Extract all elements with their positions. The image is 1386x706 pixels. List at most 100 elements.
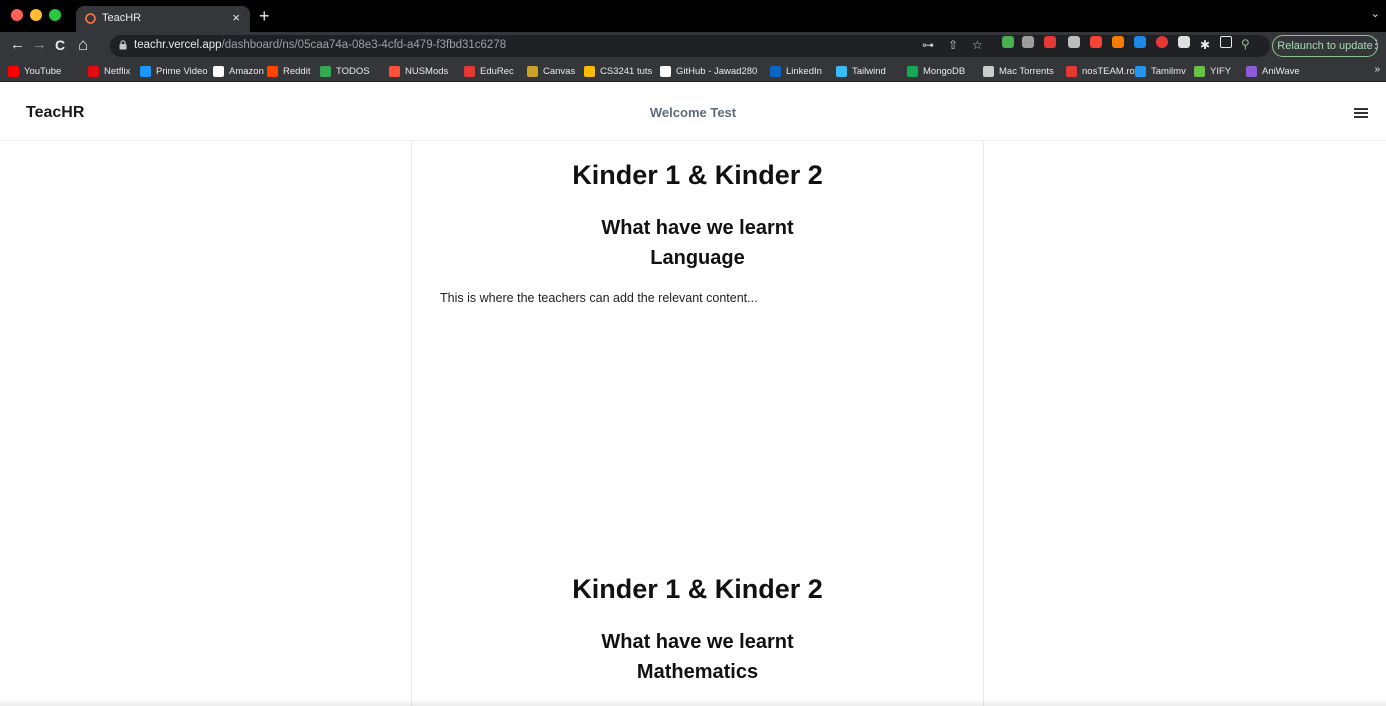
extension-fox-icon[interactable]: [1112, 36, 1124, 48]
extension-shield-icon[interactable]: [1002, 36, 1014, 48]
browser-menu-icon[interactable]: ⋮: [1370, 37, 1382, 51]
bookmark-label: GitHub - Jawad280: [676, 65, 758, 77]
bookmark-item[interactable]: LinkedIn: [770, 64, 822, 78]
bookmark-item[interactable]: Netflix: [88, 64, 130, 78]
tab-strip: TeacHR × + ⌄: [0, 0, 1386, 32]
teachr-favicon-icon: [85, 13, 96, 24]
bookmark-favicon-icon: [770, 65, 781, 77]
extensions-puzzle-icon[interactable]: ✱: [1200, 38, 1210, 52]
bookmark-item[interactable]: TODOS: [320, 64, 370, 78]
bookmark-label: NUSMods: [405, 65, 449, 77]
bookmark-item[interactable]: nosTEAM.ro: [1066, 64, 1135, 78]
bookmark-favicon-icon: [527, 65, 538, 77]
bookmark-label: MongoDB: [923, 65, 966, 77]
section-body: This is where the teachers can add the r…: [440, 291, 758, 305]
bookmark-favicon-icon: [836, 65, 847, 77]
bookmark-favicon-icon: [907, 65, 918, 77]
extension-blue-icon[interactable]: [1134, 36, 1146, 48]
bookmark-label: nosTEAM.ro: [1082, 65, 1135, 77]
bookmark-favicon-icon: [1246, 65, 1257, 77]
back-button[interactable]: ←: [10, 36, 25, 54]
bookmark-label: Mac Torrents: [999, 65, 1054, 77]
bookmark-favicon-icon: [584, 65, 595, 77]
bookmark-label: Netflix: [104, 65, 131, 77]
welcome-message: Welcome Test: [649, 105, 737, 120]
bookmark-label: LinkedIn: [786, 65, 822, 77]
bookmark-favicon-icon: [8, 65, 19, 77]
section-mathematics: Kinder 1 & Kinder 2 What have we learnt …: [412, 574, 983, 687]
tab-close-icon[interactable]: ×: [232, 10, 240, 25]
reload-button[interactable]: C: [55, 36, 65, 54]
bookmark-item[interactable]: CS3241 tuts: [584, 64, 652, 78]
bottom-shadow: [0, 699, 1386, 706]
bookmark-item[interactable]: Tailwind: [836, 64, 886, 78]
minimize-window-button[interactable]: [30, 9, 42, 21]
bookmark-favicon-icon: [213, 65, 224, 77]
new-tab-button[interactable]: +: [259, 6, 270, 27]
bookmark-favicon-icon: [1135, 65, 1146, 77]
bookmark-favicon-icon: [140, 65, 151, 77]
share-icon[interactable]: ⇧: [948, 38, 958, 52]
maximize-window-button[interactable]: [49, 9, 61, 21]
side-panel-icon[interactable]: [1220, 36, 1232, 48]
relaunch-to-update-button[interactable]: Relaunch to update: [1272, 35, 1378, 57]
bookmark-item[interactable]: Mac Torrents: [983, 64, 1054, 78]
bookmarks-overflow-icon[interactable]: »: [1374, 64, 1380, 75]
bookmark-item[interactable]: YouTube: [8, 64, 61, 78]
bookmark-label: Canvas: [543, 65, 576, 77]
forward-button[interactable]: →: [32, 36, 47, 54]
section-title: Kinder 1 & Kinder 2: [572, 160, 823, 190]
section-subtitle: What have we learnt Mathematics: [412, 627, 983, 687]
close-window-button[interactable]: [11, 9, 23, 21]
section-subject: Language: [650, 247, 745, 269]
section-subtitle: What have we learnt Language: [412, 213, 983, 273]
section-language: Kinder 1 & Kinder 2 What have we learnt …: [412, 160, 983, 305]
app-navbar: TeacHR Welcome Test: [0, 83, 1386, 141]
section-title: Kinder 1 & Kinder 2: [572, 574, 823, 604]
bookmark-favicon-icon: [389, 65, 400, 77]
content-column: Kinder 1 & Kinder 2 What have we learnt …: [411, 142, 984, 706]
extension-tp-icon[interactable]: [1090, 36, 1102, 48]
lock-icon: [119, 40, 127, 50]
bookmark-label: Tamilmv: [1151, 65, 1186, 77]
bookmark-favicon-icon: [1066, 65, 1077, 77]
extension-light-icon[interactable]: [1068, 36, 1080, 48]
bookmark-favicon-icon: [320, 65, 331, 77]
browser-toolbar: ← → C ⌂ teachr.vercel.app/dashboard/ns/0…: [0, 32, 1386, 60]
tab-search-chevron-icon[interactable]: ⌄: [1371, 7, 1380, 20]
bookmark-label: AniWave: [1262, 65, 1300, 77]
extension-doc-icon[interactable]: [1178, 36, 1190, 48]
bookmark-favicon-icon: [660, 65, 671, 77]
bookmark-label: EduRec: [480, 65, 514, 77]
bookmark-item[interactable]: YIFY: [1194, 64, 1231, 78]
bookmark-item[interactable]: GitHub - Jawad280: [660, 64, 757, 78]
bookmark-star-icon[interactable]: ☆: [972, 38, 983, 52]
section-subject: Mathematics: [636, 661, 759, 683]
bookmark-item[interactable]: Reddit: [267, 64, 310, 78]
bookmark-item[interactable]: Canvas: [527, 64, 575, 78]
hamburger-menu-icon[interactable]: [1354, 108, 1368, 118]
bookmark-item[interactable]: EduRec: [464, 64, 514, 78]
bookmarks-bar: » YouTube Netflix Prime Video Amazon Reddit T…: [0, 60, 1386, 82]
browser-tab[interactable]: TeacHR ×: [76, 6, 250, 32]
bookmark-favicon-icon: [88, 65, 99, 77]
extension-gray-icon[interactable]: [1022, 36, 1034, 48]
bookmark-item[interactable]: NUSMods: [389, 64, 448, 78]
bookmark-favicon-icon: [464, 65, 475, 77]
tab-title: TeacHR: [102, 12, 142, 24]
bookmark-label: TODOS: [336, 65, 370, 77]
bookmark-label: Reddit: [283, 65, 311, 77]
bookmark-label: Prime Video: [156, 65, 208, 77]
bookmark-item[interactable]: AniWave: [1246, 64, 1300, 78]
profile-icon[interactable]: ⚲: [1241, 37, 1250, 51]
home-button[interactable]: ⌂: [78, 36, 88, 54]
extension-red-icon[interactable]: [1044, 36, 1056, 48]
bookmark-item[interactable]: MongoDB: [907, 64, 965, 78]
bookmark-item[interactable]: Prime Video: [140, 64, 208, 78]
key-icon[interactable]: ⊶: [922, 38, 934, 52]
bookmark-item[interactable]: Tamilmv: [1135, 64, 1186, 78]
extension-record-icon[interactable]: [1156, 36, 1168, 48]
bookmark-item[interactable]: Amazon: [213, 64, 264, 78]
bookmark-label: CS3241 tuts: [600, 65, 653, 77]
bookmark-favicon-icon: [983, 65, 994, 77]
